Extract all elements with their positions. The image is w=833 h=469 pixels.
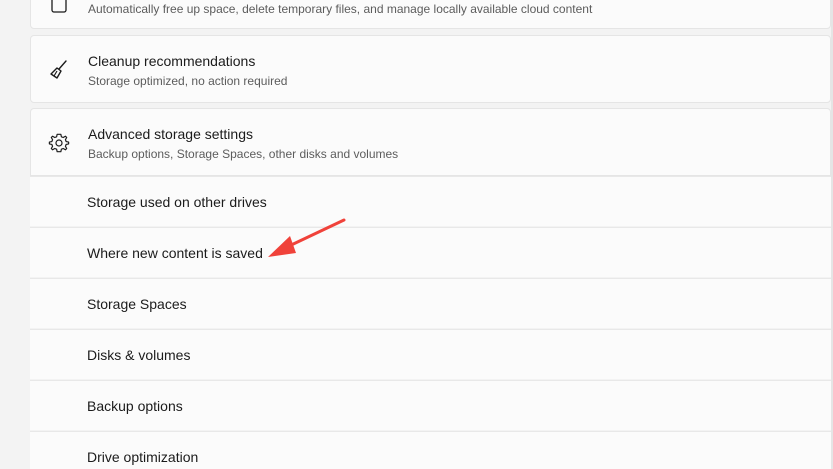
cleanup-recommendations-card[interactable]: Cleanup recommendations Storage optimize…	[30, 35, 831, 103]
where-new-content-saved-label: Where new content is saved	[87, 245, 263, 261]
drive-optimization-label: Drive optimization	[87, 449, 199, 465]
cleanup-subtitle: Storage optimized, no action required	[88, 74, 288, 88]
advanced-storage-subtitle: Backup options, Storage Spaces, other di…	[88, 147, 399, 161]
broom-icon	[47, 58, 71, 82]
cleanup-title: Cleanup recommendations	[88, 53, 256, 69]
storage-used-other-drives-label: Storage used on other drives	[87, 194, 267, 210]
disks-volumes-row[interactable]: Disks & volumes	[30, 329, 831, 379]
backup-options-label: Backup options	[87, 398, 183, 414]
gear-icon	[47, 131, 71, 155]
disks-volumes-label: Disks & volumes	[87, 347, 191, 363]
storage-used-other-drives-row[interactable]: Storage used on other drives	[30, 176, 831, 226]
storage-sense-description: Automatically free up space, delete temp…	[88, 2, 593, 16]
storage-spaces-label: Storage Spaces	[87, 296, 187, 312]
advanced-storage-title: Advanced storage settings	[88, 126, 253, 142]
advanced-storage-settings-card[interactable]: Advanced storage settings Backup options…	[30, 108, 831, 176]
backup-options-row[interactable]: Backup options	[30, 380, 831, 430]
storage-sense-icon	[47, 0, 71, 19]
where-new-content-saved-row[interactable]: Where new content is saved	[30, 227, 831, 277]
storage-spaces-row[interactable]: Storage Spaces	[30, 278, 831, 328]
storage-sense-card[interactable]: Automatically free up space, delete temp…	[30, 0, 831, 29]
drive-optimization-row[interactable]: Drive optimization	[30, 431, 831, 469]
